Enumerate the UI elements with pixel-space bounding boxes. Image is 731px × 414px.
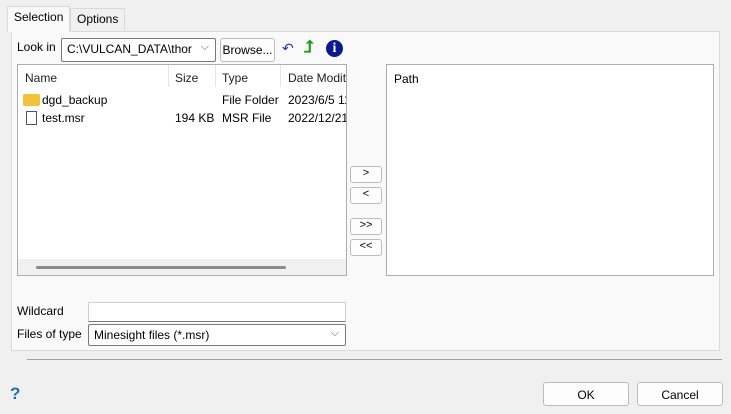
path-header: Path (394, 72, 419, 86)
horizontal-scrollbar[interactable] (18, 259, 346, 275)
back-icon[interactable]: ↶ (282, 40, 294, 57)
divider (27, 359, 722, 360)
file-type: File Folder (222, 93, 279, 107)
wildcard-label: Wildcard (17, 304, 64, 318)
file-icon (26, 111, 37, 125)
chevron-down-icon: ⌵ (200, 41, 209, 53)
remove-all-button[interactable]: << (350, 239, 382, 256)
file-name: test.msr (42, 111, 85, 125)
column-size[interactable]: Size (175, 71, 198, 85)
look-in-combo[interactable]: C:\VULCAN_DATA\thor ⌵ (61, 38, 216, 62)
ok-button[interactable]: OK (543, 382, 629, 406)
add-all-button[interactable]: >> (350, 218, 382, 235)
info-icon[interactable]: i (326, 40, 343, 57)
cancel-button[interactable]: Cancel (637, 382, 723, 406)
column-date[interactable]: Date Modit (288, 71, 346, 85)
add-button[interactable]: > (350, 166, 382, 183)
path-list[interactable]: Path (386, 64, 714, 276)
file-type: MSR File (222, 111, 272, 125)
files-of-type-value: Minesight files (*.msr) (94, 328, 210, 342)
help-icon[interactable]: ? (10, 384, 20, 404)
scrollbar-thumb[interactable] (36, 266, 286, 269)
up-folder-icon[interactable]: ⮥ (304, 37, 314, 57)
wildcard-input[interactable] (88, 302, 346, 322)
folder-icon (23, 94, 40, 106)
chevron-down-icon: ⌵ (330, 327, 339, 339)
files-of-type-select[interactable]: Minesight files (*.msr) ⌵ (88, 324, 346, 346)
tab-selection[interactable]: Selection (7, 6, 71, 32)
browse-button[interactable]: Browse... (220, 38, 275, 62)
file-date: 2022/12/21 (288, 111, 347, 125)
file-size: 194 KB (175, 111, 215, 125)
file-date: 2023/6/5 11 (288, 93, 347, 107)
column-type[interactable]: Type (222, 71, 248, 85)
look-in-label: Look in (17, 40, 56, 54)
look-in-value: C:\VULCAN_DATA\thor (67, 42, 192, 56)
tab-options[interactable]: Options (70, 8, 126, 30)
column-name[interactable]: Name (25, 71, 57, 85)
files-of-type-label: Files of type (17, 327, 82, 341)
file-name: dgd_backup (42, 93, 108, 107)
remove-button[interactable]: < (350, 187, 382, 204)
file-list[interactable]: Name Size Type Date Modit dgd_backup Fil… (17, 64, 347, 276)
